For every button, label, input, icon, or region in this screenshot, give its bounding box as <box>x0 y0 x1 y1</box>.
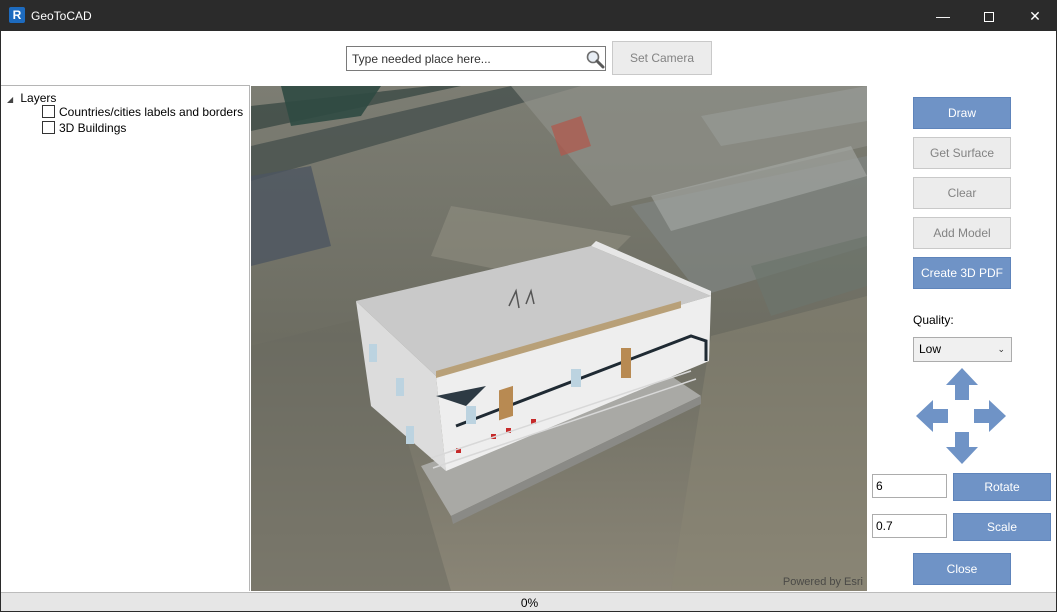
title-bar[interactable]: R GeoToCAD — ✕ <box>1 1 1056 31</box>
rotate-input[interactable]: 6 <box>872 474 947 498</box>
layers-tree-root[interactable]: ◢ Layers <box>7 91 56 105</box>
arrow-down-icon[interactable] <box>945 431 979 465</box>
close-button[interactable]: Close <box>913 553 1011 585</box>
map-attribution: Powered by Esri <box>782 576 863 588</box>
chevron-down-icon: ⌄ <box>997 344 1005 354</box>
layer-item-label: 3D Buildings <box>59 121 127 135</box>
scale-input[interactable]: 0.7 <box>872 514 947 538</box>
layers-root-label: Layers <box>20 91 57 105</box>
set-camera-button[interactable]: Set Camera <box>612 41 712 75</box>
quality-selected-value: Low <box>919 342 942 356</box>
layer-item-label: Countries/cities labels and borders <box>59 105 244 119</box>
close-window-button[interactable]: ✕ <box>1012 1 1056 31</box>
scale-button[interactable]: Scale <box>953 513 1051 541</box>
progress-text: 0% <box>520 596 539 610</box>
search-box <box>346 46 606 71</box>
arrow-up-icon[interactable] <box>945 367 979 401</box>
satellite-scene <box>251 86 867 591</box>
layer-item-labels-borders[interactable]: Countries/cities labels and borders <box>42 105 243 119</box>
arrow-left-icon[interactable] <box>915 399 949 433</box>
maximize-icon <box>984 12 994 23</box>
quality-label: Quality: <box>913 313 954 327</box>
search-icon[interactable] <box>585 49 605 69</box>
arrow-right-icon[interactable] <box>973 399 1007 433</box>
add-model-button[interactable]: Add Model <box>913 217 1011 249</box>
search-input[interactable] <box>347 47 581 70</box>
window-title: GeoToCAD <box>31 9 92 23</box>
quality-select[interactable]: Low ⌄ <box>913 337 1012 362</box>
progress-bar: 0% <box>1 592 1056 611</box>
collapse-triangle-icon[interactable]: ◢ <box>7 95 17 104</box>
draw-button[interactable]: Draw <box>913 97 1011 129</box>
minimize-button[interactable]: — <box>920 1 966 31</box>
app-logo-icon: R <box>9 7 25 23</box>
create-3d-pdf-button[interactable]: Create 3D PDF <box>913 257 1011 289</box>
layer-item-3d-buildings[interactable]: 3D Buildings <box>42 121 126 135</box>
clear-button[interactable]: Clear <box>913 177 1011 209</box>
rotate-button[interactable]: Rotate <box>953 473 1051 501</box>
layer-checkbox[interactable] <box>42 105 55 118</box>
map-viewport[interactable]: Powered by Esri <box>251 86 867 591</box>
app-window: R GeoToCAD — ✕ Set Camera ◢ Layers Count… <box>0 0 1057 612</box>
maximize-button[interactable] <box>966 1 1012 31</box>
get-surface-button[interactable]: Get Surface <box>913 137 1011 169</box>
layer-checkbox[interactable] <box>42 121 55 134</box>
layers-panel: ◢ Layers Countries/cities labels and bor… <box>1 85 250 591</box>
